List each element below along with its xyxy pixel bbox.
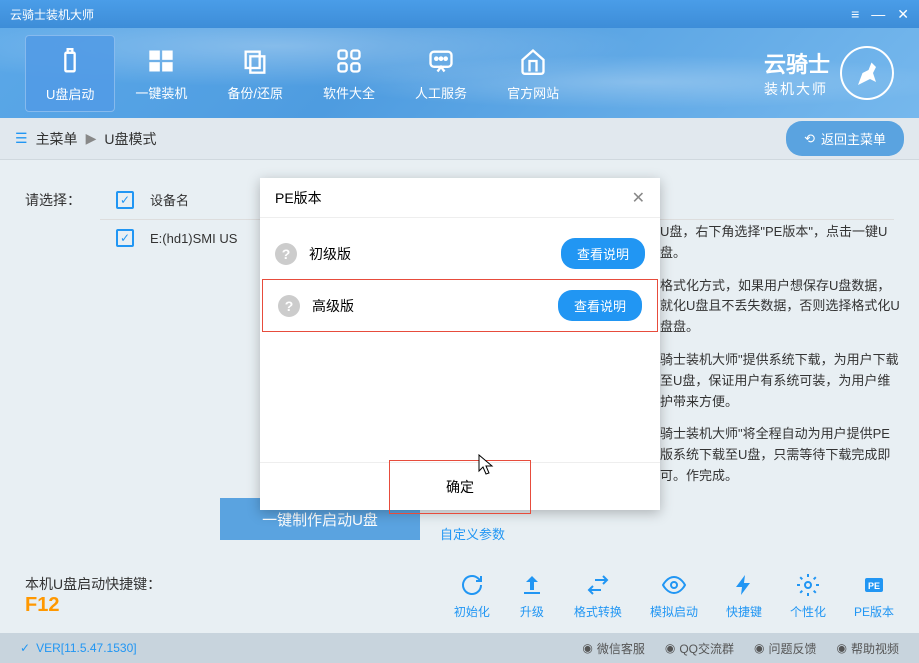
qq-icon: ◉ xyxy=(665,641,675,655)
breadcrumb-bar: ☰ 主菜单 ▶ U盘模式 ⟲ 返回主菜单 xyxy=(0,118,919,160)
status-wechat[interactable]: ◉微信客服 xyxy=(582,640,645,657)
version-advanced-row[interactable]: ? 高级版 查看说明 xyxy=(262,279,658,332)
nav-service[interactable]: 人工服务 xyxy=(395,35,487,112)
tool-init[interactable]: 初始化 xyxy=(454,571,490,620)
pe-version-modal: PE版本 ✕ ? 初级版 查看说明 ? 高级版 查看说明 确定 xyxy=(260,178,660,510)
nav-usb-boot[interactable]: U盘启动 xyxy=(25,35,115,112)
windows-icon xyxy=(143,43,179,79)
chat-icon xyxy=(423,43,459,79)
status-feedback[interactable]: ◉问题反馈 xyxy=(754,640,817,657)
modal-title: PE版本 xyxy=(275,188,632,208)
knight-logo-icon xyxy=(840,46,894,100)
usb-icon xyxy=(52,44,88,80)
tool-format[interactable]: 格式转换 xyxy=(574,571,622,620)
row-checkbox[interactable]: ✓ xyxy=(116,229,134,247)
gear-icon xyxy=(794,571,822,599)
instructions: U盘，右下角选择"PE版本"，点击一键U盘。 格式化方式，如果用户想保存U盘数据… xyxy=(660,222,900,499)
help-icon: ? xyxy=(275,243,297,265)
tool-shortcut[interactable]: 快捷键 xyxy=(726,571,762,620)
help-icon: ? xyxy=(278,295,300,317)
select-label: 请选择： xyxy=(25,180,85,256)
eye-icon xyxy=(660,571,688,599)
version-basic-row[interactable]: ? 初级版 查看说明 xyxy=(260,228,660,279)
version-text[interactable]: VER[11.5.47.1530] xyxy=(36,641,137,655)
nav-backup[interactable]: 备份/还原 xyxy=(207,35,303,112)
view-advanced-button[interactable]: 查看说明 xyxy=(558,290,642,321)
list-icon: ☰ xyxy=(15,130,28,147)
feedback-icon: ◉ xyxy=(754,641,764,655)
wechat-icon: ◉ xyxy=(582,641,592,655)
minimize-icon[interactable]: — xyxy=(871,6,885,23)
hotkey-value: F12 xyxy=(25,594,161,617)
modal-close-icon[interactable]: ✕ xyxy=(632,188,645,208)
view-basic-button[interactable]: 查看说明 xyxy=(561,238,645,269)
refresh-icon xyxy=(458,571,486,599)
home-icon xyxy=(515,43,551,79)
upload-icon xyxy=(518,571,546,599)
breadcrumb-current: U盘模式 xyxy=(104,129,156,149)
menu-icon[interactable]: ≡ xyxy=(851,6,859,23)
brand: 云骑士 装机大师 xyxy=(764,46,894,100)
pe-icon: PE xyxy=(860,571,888,599)
convert-icon xyxy=(584,571,612,599)
bottom-bar: 本机U盘启动快捷键： F12 初始化 升级 格式转换 模拟启动 快捷键 个性化 … xyxy=(0,558,919,633)
back-main-button[interactable]: ⟲ 返回主菜单 xyxy=(786,121,904,156)
lightning-icon xyxy=(730,571,758,599)
status-bar: ✓ VER[11.5.47.1530] ◉微信客服 ◉QQ交流群 ◉问题反馈 ◉… xyxy=(0,633,919,663)
col-device-name: 设备名 xyxy=(150,190,189,209)
status-qq[interactable]: ◉QQ交流群 xyxy=(665,640,734,657)
close-icon[interactable]: ✕ xyxy=(897,6,909,23)
back-arrow-icon: ⟲ xyxy=(804,131,815,147)
header-checkbox[interactable]: ✓ xyxy=(116,191,134,209)
tool-simulate[interactable]: 模拟启动 xyxy=(650,571,698,620)
tool-pe-version[interactable]: PEPE版本 xyxy=(854,571,894,620)
header: U盘启动 一键装机 备份/还原 软件大全 人工服务 官方网站 云骑士 装机大师 xyxy=(0,28,919,118)
tool-upgrade[interactable]: 升级 xyxy=(518,571,546,620)
status-help[interactable]: ◉帮助视频 xyxy=(837,640,900,657)
nav-oneclick[interactable]: 一键装机 xyxy=(115,35,207,112)
nav-software[interactable]: 软件大全 xyxy=(303,35,395,112)
svg-text:PE: PE xyxy=(868,581,880,591)
version-check-icon: ✓ xyxy=(20,641,30,655)
nav-website[interactable]: 官方网站 xyxy=(487,35,579,112)
tool-personal[interactable]: 个性化 xyxy=(790,571,826,620)
apps-icon xyxy=(331,43,367,79)
titlebar: 云骑士装机大师 ≡ — ✕ xyxy=(0,0,919,28)
copy-icon xyxy=(237,43,273,79)
cursor-icon xyxy=(478,454,496,476)
titlebar-title: 云骑士装机大师 xyxy=(10,6,851,23)
custom-params-link[interactable]: 自定义参数 xyxy=(440,524,505,543)
help-video-icon: ◉ xyxy=(837,641,847,655)
device-name-cell: E:(hd1)SMI US xyxy=(150,231,237,246)
breadcrumb-main[interactable]: 主菜单 xyxy=(36,129,78,149)
hotkey-label: 本机U盘启动快捷键： xyxy=(25,574,161,594)
chevron-right-icon: ▶ xyxy=(86,130,97,147)
